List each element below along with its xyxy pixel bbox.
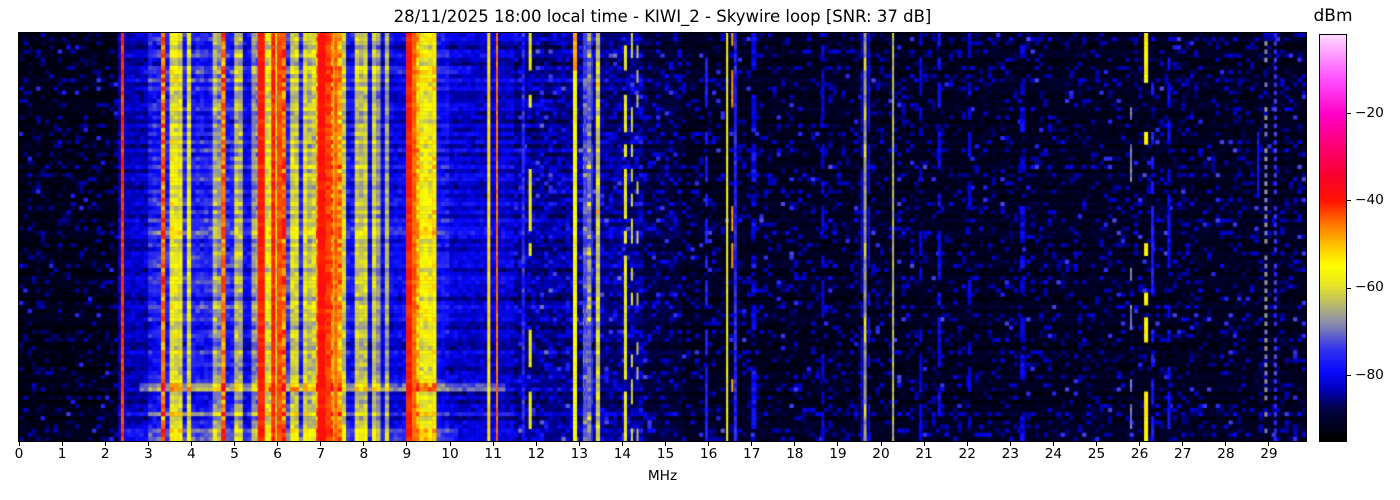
colorbar-tick-mark: [1347, 113, 1351, 115]
colorbar-tick-label: −60: [1355, 279, 1384, 296]
x-tick-label: 11: [484, 446, 502, 462]
colorbar-tick-mark: [1347, 200, 1351, 202]
x-tick-label: 21: [915, 446, 933, 462]
colorbar-canvas: [1320, 35, 1346, 441]
x-tick-label: 17: [743, 446, 761, 462]
x-tick-label: 22: [958, 446, 976, 462]
x-tick-label: 8: [359, 446, 369, 462]
colorbar-tick-label: −40: [1355, 192, 1384, 209]
x-tick-label: 5: [230, 446, 239, 462]
x-tick-label: 29: [1260, 446, 1278, 462]
x-tick-label: 25: [1087, 446, 1106, 462]
x-tick-label: 2: [100, 446, 110, 462]
x-tick-label: 12: [527, 446, 545, 462]
x-tick-label: 23: [1001, 446, 1020, 462]
colorbar-tick-mark: [1347, 287, 1351, 289]
x-tick-label: 1: [57, 446, 67, 462]
x-tick-label: 16: [699, 446, 718, 462]
x-tick-label: 7: [316, 446, 326, 462]
colorbar-tick-mark: [1347, 375, 1351, 377]
x-tick-label: 13: [570, 446, 589, 462]
chart-title: 28/11/2025 18:00 local time - KIWI_2 - S…: [393, 7, 932, 26]
plot-area: [18, 32, 1307, 442]
x-tick-label: 6: [273, 446, 282, 462]
colorbar-tick-label: −20: [1355, 104, 1384, 121]
x-tick-label: 20: [872, 446, 890, 462]
x-tick-label: 28: [1217, 446, 1235, 462]
x-tick-label: 4: [187, 446, 196, 462]
x-axis-label: MHz: [647, 468, 678, 484]
spectrogram-figure: 28/11/2025 18:00 local time - KIWI_2 - S…: [0, 0, 1400, 500]
x-tick-label: 27: [1174, 446, 1192, 462]
waterfall-canvas: [19, 33, 1306, 441]
x-tick-label: 14: [613, 446, 632, 462]
x-tick-label: 3: [143, 446, 153, 462]
x-tick-label: 19: [829, 446, 847, 462]
x-tick-label: 10: [441, 446, 459, 462]
x-tick-label: 18: [786, 446, 804, 462]
x-tick-label: 24: [1044, 446, 1063, 462]
colorbar: [1319, 34, 1347, 442]
x-tick-label: 0: [14, 446, 24, 462]
x-tick-label: 9: [402, 446, 412, 462]
x-tick-label: 15: [656, 446, 675, 462]
colorbar-title: dBm: [1313, 6, 1353, 26]
colorbar-tick-label: −80: [1355, 366, 1384, 383]
x-tick-label: 26: [1130, 446, 1149, 462]
